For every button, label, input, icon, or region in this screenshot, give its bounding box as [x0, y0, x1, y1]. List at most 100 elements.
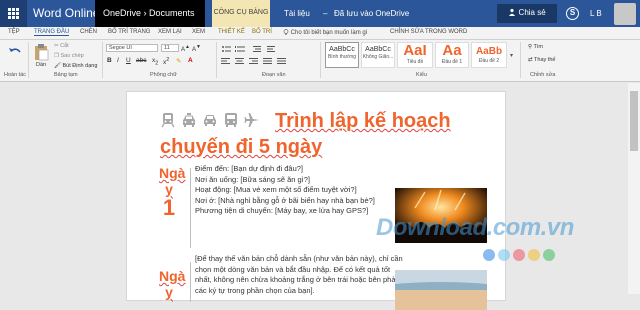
- car-icon: [204, 115, 216, 126]
- app-launcher-button[interactable]: [0, 0, 27, 27]
- detail-line: các ký tự trong phần chọn của bạn].: [195, 285, 315, 295]
- ribbon-tab-bar: TỆP TRANG ĐẦU CHÈN BỐ TRÍ TRANG XEM LẠI …: [0, 27, 640, 40]
- replace-label: Thay thế: [534, 57, 556, 63]
- strikethrough-button[interactable]: abc: [136, 57, 146, 64]
- tab-design[interactable]: THIẾT KẾ: [218, 29, 245, 35]
- day-label[interactable]: Ngà y: [159, 268, 185, 300]
- tab-home[interactable]: TRANG ĐẦU: [34, 29, 70, 36]
- breadcrumb[interactable]: OneDrive › Documents: [95, 0, 205, 27]
- document-title-line-1[interactable]: Trình lập kế hoạch: [275, 109, 451, 133]
- find-button[interactable]: ⚲ Tìm: [528, 44, 543, 50]
- list-buttons[interactable]: [221, 45, 311, 53]
- tab-view[interactable]: XEM: [192, 29, 205, 35]
- taxi-icon: [183, 113, 195, 127]
- day-number[interactable]: 1: [159, 196, 179, 220]
- user-initials[interactable]: L B: [590, 9, 602, 18]
- font-name-select[interactable]: Segoe UI: [106, 44, 158, 52]
- ribbon-home: Hoàn tác Dán ✂ Cắt ❐ Sao chép 🖌 Bút Định…: [0, 40, 640, 82]
- tab-review[interactable]: XEM LẠI: [158, 29, 182, 35]
- scrollbar-thumb[interactable]: [630, 91, 638, 151]
- save-status: Đã lưu vào OneDrive: [334, 9, 410, 18]
- replace-icon: ⇄: [528, 57, 533, 63]
- app-name[interactable]: Word Online: [33, 6, 99, 20]
- style-preview: AaI: [403, 42, 427, 59]
- context-tab-table-tools: CÔNG CỤ BẢNG: [212, 0, 270, 27]
- undo-group-label: Hoàn tác: [4, 72, 27, 78]
- paragraph-group-label: Đoạn văn: [262, 72, 286, 78]
- style-name: Đầu đề 2: [478, 58, 500, 64]
- document-page[interactable]: Trình lập kế hoạch chuyến đi 5 ngày Ngà y…: [126, 91, 506, 310]
- beach-photo[interactable]: [395, 270, 487, 310]
- waffle-icon: [8, 8, 19, 19]
- subscript-button[interactable]: x2: [152, 57, 158, 66]
- day-label[interactable]: Ngà y: [159, 165, 185, 197]
- share-person-icon: [509, 8, 516, 16]
- bus-icon: [225, 113, 237, 127]
- skype-icon[interactable]: S: [566, 7, 579, 20]
- column-divider: [190, 262, 191, 302]
- highlight-icon[interactable]: ✎: [176, 57, 181, 65]
- styles-more-icon[interactable]: ▾: [510, 52, 513, 59]
- font-group-label: Phông chữ: [150, 72, 177, 78]
- beach-image: [395, 270, 487, 310]
- document-title[interactable]: Tài liệu: [284, 9, 310, 18]
- share-button[interactable]: Chia sẻ: [497, 4, 557, 23]
- style-heading-2[interactable]: AaBb Đầu đề 2: [471, 42, 507, 68]
- tell-me-box[interactable]: Cho tôi biết bạn muốn làm gì: [283, 29, 367, 36]
- cut-button[interactable]: ✂ Cắt: [54, 43, 69, 49]
- superscript-button[interactable]: x2: [163, 57, 169, 66]
- paste-icon[interactable]: [33, 43, 49, 61]
- detail-line: Phương tiện di chuyển: [Máy bay, xe lửa …: [195, 206, 369, 215]
- day-2-details[interactable]: [Để thay thế văn bản chỗ dành sẵn (như v…: [195, 254, 403, 296]
- airplane-icon: [244, 113, 259, 127]
- replace-button[interactable]: ⇄ Thay thế: [528, 57, 555, 63]
- style-heading-1[interactable]: Aa Đầu đề 1: [435, 42, 469, 68]
- italic-button[interactable]: I: [117, 57, 119, 64]
- document-title-line-2[interactable]: chuyến đi 5 ngày: [160, 135, 322, 159]
- style-no-spacing[interactable]: AaBbCc Không Giãn...: [361, 42, 395, 68]
- align-buttons[interactable]: [221, 57, 311, 65]
- detail-line: [Để thay thế văn bản chỗ dành sẵn (như v…: [195, 254, 403, 263]
- detail-line: Nơi ăn uống: [Bữa sáng sẽ ăn gì?]: [195, 174, 311, 184]
- style-name: Đầu đề 1: [441, 59, 463, 65]
- font-size-select[interactable]: 11: [161, 44, 179, 52]
- ribbon-divider: [320, 42, 321, 78]
- detail-line: nhất, không nên chừa khoảng trắng ở bên …: [195, 275, 398, 284]
- tab-edit-in-word[interactable]: CHỈNH SỬA TRONG WORD: [390, 29, 467, 35]
- detail-line: chọn một dòng văn bản và bắt đầu nhập. Đ…: [195, 264, 391, 274]
- column-divider: [190, 168, 191, 248]
- vertical-scrollbar[interactable]: [628, 83, 640, 294]
- style-normal[interactable]: AaBbCc Bình thường: [325, 42, 359, 68]
- tab-insert[interactable]: CHÈN: [80, 29, 97, 35]
- copy-button[interactable]: ❐ Sao chép: [54, 53, 84, 59]
- detail-line: Nơi ở: [Nhà nghỉ bằng gỗ ở bãi biển hay …: [195, 195, 375, 205]
- bold-button[interactable]: B: [107, 57, 112, 64]
- format-painter-button[interactable]: 🖌 Bút Định dạng: [54, 63, 97, 69]
- ribbon-divider: [102, 42, 103, 78]
- grow-font-icon[interactable]: A▲: [181, 44, 190, 53]
- tab-layout[interactable]: BỐ TRÍ: [252, 29, 272, 35]
- shrink-font-icon[interactable]: A▼: [192, 44, 201, 53]
- avatar[interactable]: [614, 3, 636, 25]
- style-title[interactable]: AaI Tiêu đề: [397, 42, 433, 68]
- underline-button[interactable]: U: [126, 57, 131, 64]
- watermark-text: Download.com.vn: [376, 214, 574, 241]
- paste-label[interactable]: Dán: [36, 62, 46, 68]
- tell-me-label: Cho tôi biết bạn muốn làm gì: [290, 30, 368, 36]
- cut-label: Cắt: [60, 43, 69, 49]
- detail-line: Hoạt động: [Mua vé xem một số điểm tuyệt…: [195, 185, 357, 194]
- title-separator: –: [323, 9, 328, 18]
- styles-group-label: Kiểu: [416, 72, 428, 78]
- tab-file[interactable]: TỆP: [8, 29, 20, 35]
- editing-group-label: Chỉnh sửa: [530, 72, 556, 78]
- find-label: Tìm: [533, 44, 543, 50]
- copy-label: Sao chép: [60, 53, 84, 59]
- search-icon: ⚲: [528, 44, 533, 50]
- style-preview: AaBbCc: [329, 46, 355, 53]
- undo-icon[interactable]: [8, 46, 22, 58]
- day-1-details[interactable]: Điểm đến: [Bạn dự định đi đâu?] Nơi ăn u…: [195, 164, 375, 217]
- document-canvas[interactable]: Trình lập kế hoạch chuyến đi 5 ngày Ngà y…: [0, 83, 640, 310]
- tab-page-layout[interactable]: BỐ TRÍ TRANG: [108, 29, 150, 35]
- style-name: Bình thường: [327, 54, 357, 60]
- font-color-icon[interactable]: A: [188, 57, 193, 64]
